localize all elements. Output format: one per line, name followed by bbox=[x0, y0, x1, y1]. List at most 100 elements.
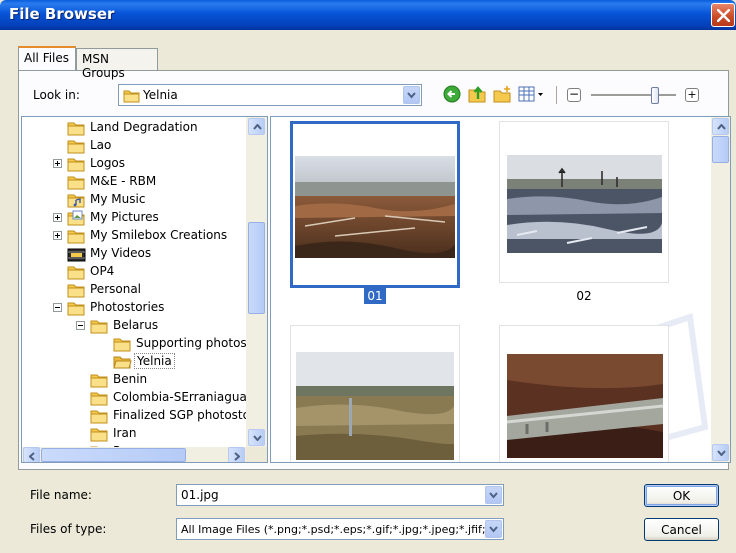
zoom-slider-thumb[interactable] bbox=[651, 87, 659, 104]
photo-thumbnail bbox=[295, 156, 455, 258]
thumbnail-card[interactable] bbox=[290, 325, 460, 462]
folder-icon bbox=[67, 122, 85, 136]
zoom-in-button[interactable]: + bbox=[685, 88, 699, 102]
folder-icon bbox=[67, 230, 85, 244]
tree-item-label: Iran bbox=[113, 426, 137, 440]
collapse-icon[interactable] bbox=[76, 321, 85, 330]
thumbnail-caption[interactable]: 01 bbox=[290, 288, 460, 304]
tree-item-label: M&E - RBM bbox=[90, 174, 157, 188]
look-in-value: Yelnia bbox=[143, 88, 178, 102]
file-type-select[interactable]: All Image Files (*.png;*.psd;*.eps;*.gif… bbox=[176, 518, 504, 540]
chevron-up-icon bbox=[253, 124, 262, 130]
tree-vertical-scrollbar[interactable] bbox=[246, 117, 267, 447]
look-in-combo[interactable]: Yelnia bbox=[118, 84, 422, 106]
expand-icon[interactable] bbox=[53, 231, 62, 240]
tab-label: All Files bbox=[24, 51, 70, 65]
thumbnail-card[interactable] bbox=[499, 325, 669, 462]
folder-tree[interactable]: Land Degradation Lao Logos M&E - RBM My Musi… bbox=[21, 116, 268, 463]
folder-icon bbox=[67, 158, 85, 172]
tab-label: MSN Groups bbox=[82, 52, 125, 80]
thumbnail-view[interactable]: 01 02 bbox=[270, 116, 731, 463]
folder-icon bbox=[67, 284, 85, 298]
title-bar[interactable]: File Browser bbox=[0, 0, 736, 30]
thumbnail-name: 01 bbox=[364, 288, 386, 304]
folder-icon bbox=[67, 266, 85, 280]
thumbnail-card[interactable] bbox=[290, 121, 460, 288]
folder-icon bbox=[113, 338, 131, 352]
video-folder-icon bbox=[67, 248, 86, 262]
zoom-slider-track[interactable] bbox=[591, 87, 676, 104]
zoom-out-icon: − bbox=[568, 87, 580, 101]
zoom-out-button[interactable]: − bbox=[567, 88, 581, 102]
scroll-down-button[interactable] bbox=[248, 429, 265, 446]
ok-button-label: OK bbox=[672, 489, 691, 503]
open-folder-icon bbox=[113, 356, 132, 369]
collapse-icon[interactable] bbox=[53, 303, 62, 312]
back-icon[interactable] bbox=[442, 84, 462, 104]
scroll-up-button[interactable] bbox=[248, 118, 265, 135]
folder-icon bbox=[67, 140, 85, 154]
close-button[interactable] bbox=[711, 3, 735, 27]
cancel-button[interactable]: Cancel bbox=[644, 518, 719, 541]
tab-all-files[interactable]: All Files bbox=[18, 46, 76, 70]
tree-item-label: Colombia-SErraniagua bbox=[113, 390, 247, 404]
thumbnail-card[interactable] bbox=[499, 121, 669, 283]
chevron-left-icon bbox=[29, 452, 35, 461]
chevron-down-icon bbox=[489, 492, 498, 499]
up-folder-icon[interactable] bbox=[467, 84, 487, 104]
scroll-thumb[interactable] bbox=[248, 222, 265, 314]
file-type-value: All Image Files (*.png;*.psd;*.eps;*.gif… bbox=[181, 523, 498, 536]
tree-item-label: My Pictures bbox=[90, 210, 159, 224]
folder-icon bbox=[90, 392, 108, 406]
folder-icon bbox=[90, 410, 108, 424]
close-icon bbox=[717, 9, 730, 22]
photo-thumbnail bbox=[296, 352, 454, 460]
tree-item-label: My Videos bbox=[90, 246, 152, 260]
pictures-folder-icon bbox=[67, 210, 85, 226]
new-folder-icon[interactable] bbox=[492, 84, 512, 104]
view-menu-icon[interactable] bbox=[517, 84, 545, 104]
tree-item-label: Photostories bbox=[90, 300, 165, 314]
tree-item-label: Logos bbox=[90, 156, 126, 170]
tree-item-label: Lao bbox=[90, 138, 112, 152]
tree-item-label: OP4 bbox=[90, 264, 115, 278]
chevron-down-icon bbox=[717, 450, 726, 456]
tree-item-label: Benin bbox=[113, 372, 148, 386]
chevron-up-icon bbox=[717, 124, 726, 130]
file-type-label: Files of type: bbox=[30, 522, 107, 536]
folder-icon bbox=[67, 176, 85, 190]
tree-item-label: Personal bbox=[90, 282, 142, 296]
file-type-dropdown-button[interactable] bbox=[485, 520, 502, 538]
tree-item-label: Land Degradation bbox=[90, 120, 198, 134]
folder-icon bbox=[123, 90, 140, 103]
tab-msn-groups[interactable]: MSN Groups bbox=[76, 48, 158, 80]
scroll-right-button[interactable] bbox=[228, 447, 245, 462]
scroll-down-button[interactable] bbox=[712, 444, 729, 461]
scroll-thumb[interactable] bbox=[712, 136, 729, 163]
tree-item-label: My Smilebox Creations bbox=[90, 228, 228, 242]
tree-item-label: Belarus bbox=[113, 318, 159, 332]
ok-button[interactable]: OK bbox=[644, 484, 719, 507]
thumbnail-vertical-scrollbar[interactable] bbox=[711, 117, 730, 462]
folder-icon bbox=[90, 320, 108, 334]
chevron-right-icon bbox=[234, 452, 240, 461]
scroll-thumb[interactable] bbox=[41, 448, 186, 462]
tree-item-label: Yelnia bbox=[134, 353, 175, 369]
file-name-value: 01.jpg bbox=[181, 488, 219, 502]
expand-icon[interactable] bbox=[53, 159, 62, 168]
look-in-dropdown-button[interactable] bbox=[403, 86, 420, 104]
chevron-down-icon bbox=[253, 435, 262, 441]
window-title: File Browser bbox=[9, 5, 115, 23]
file-name-input[interactable]: 01.jpg bbox=[176, 484, 504, 506]
tree-horizontal-scrollbar[interactable] bbox=[22, 447, 246, 462]
thumbnail-caption[interactable]: 02 bbox=[499, 289, 669, 303]
photo-thumbnail bbox=[507, 155, 662, 253]
expand-icon[interactable] bbox=[53, 213, 62, 222]
thumbnail-name: 02 bbox=[576, 289, 592, 303]
folder-icon bbox=[90, 428, 108, 442]
chevron-down-icon bbox=[489, 526, 498, 533]
scroll-left-button[interactable] bbox=[23, 447, 40, 462]
file-name-dropdown-button[interactable] bbox=[485, 486, 502, 504]
scroll-up-button[interactable] bbox=[712, 118, 729, 135]
zoom-in-icon: + bbox=[687, 88, 697, 101]
